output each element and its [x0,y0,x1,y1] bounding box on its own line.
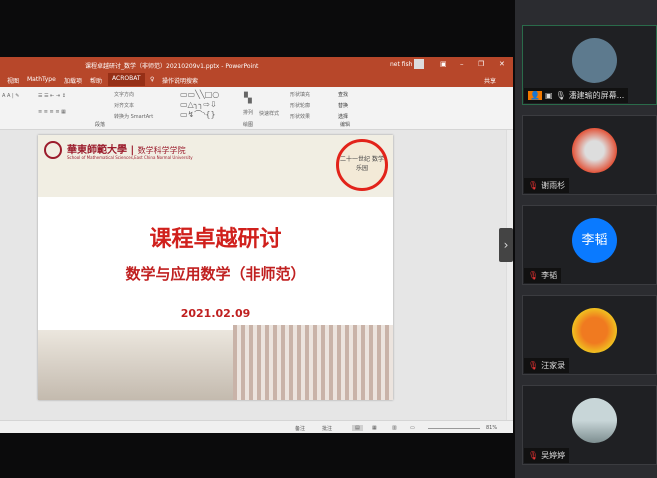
user-name: net fish [390,61,413,68]
replace-button[interactable]: 替换 [338,102,348,109]
mic-muted-icon: 🎙 [528,181,539,190]
slide[interactable]: 華東師範大學 | 数学科学学院 School of Mathematical S… [38,135,393,400]
ribbon-display-icon[interactable]: ▣ [440,60,447,68]
group-label-paragraph: 段落 [95,122,106,128]
mic-muted-icon: 🎙 [528,271,539,280]
shapes-gallery[interactable]: ▭▭╲╲□○ ▭△╮╮⇨⇩ ▭↯⌒◝{} [180,90,236,120]
avatar [572,308,617,353]
arrange-icon: ▚ [244,93,252,104]
comments-button[interactable]: 批注 [322,425,332,432]
slide-header: 華東師範大學 | 数学科学学院 School of Mathematical S… [38,135,393,197]
avatar [572,398,617,443]
mic-muted-icon: 🎙 [528,451,539,460]
seal-emblem: 二十一世纪 数学乐园 [336,139,388,191]
participant-name: 吴婷婷 [541,451,566,460]
slide-sorter-button[interactable]: ▦ [372,425,377,431]
notes-button[interactable]: 备注 [295,425,305,432]
slide-subtitle: 数学与应用数学（非师范） [125,265,306,283]
text-direction-button[interactable]: 文字方向 [114,91,134,98]
group-label-editing: 编辑 [340,122,351,128]
participant-name: 李韬 [541,271,558,280]
participant-name: 潘建瑜的屏幕... [568,91,625,100]
menu-bar: 视图 MathType 加载项 帮助 ACROBAT ♀ 操作说明搜索 共享 [0,72,513,87]
screen-share-icon: ▣ [544,91,553,100]
tab-acrobat[interactable]: ACROBAT [108,73,145,86]
convert-smartart-button[interactable]: 转换为 SmartArt [114,113,153,120]
shape-fill-button[interactable]: 形状填充 [290,91,310,98]
shape-effects-button[interactable]: 形状效果 [290,113,310,120]
arrange-button[interactable]: 排列 [243,109,253,116]
align-buttons[interactable]: ≡ ≡ ≡ ≡ ▦ [38,109,66,115]
tell-me-search[interactable]: 操作说明搜索 [162,76,198,85]
lightbulb-icon: ♀ [150,76,155,83]
participant-tile[interactable]: 🎙 谢雨杉 [522,115,657,195]
slide-editor: 華東師範大學 | 数学科学学院 School of Mathematical S… [0,130,513,420]
slide-date: 2021.02.09 [180,307,251,320]
normal-view-button[interactable]: ▤ [352,425,363,431]
university-name: 華東師範大學 | 数学科学学院 [67,145,186,156]
reading-view-button[interactable]: ▥ [392,425,397,431]
zoom-level[interactable]: 81% [486,425,497,431]
shape-outline-button[interactable]: 形状轮廓 [290,102,310,109]
tab-addins[interactable]: 加载项 [64,76,82,85]
participant-tile[interactable]: 👤 ▣ 🎙 潘建瑜的屏幕... [522,25,657,105]
find-button[interactable]: 查找 [338,91,348,98]
minimize-button[interactable]: – [460,60,464,68]
restore-button[interactable]: ❐ [478,60,484,68]
group-label-drawing: 绘图 [243,122,254,128]
avatar [572,38,617,83]
ribbon: A A | ✎ ☰ ☰ ⇤ ⇥ ↕ ≡ ≡ ≡ ≡ ▦ 文字方向 对齐文本 转换… [0,87,513,130]
participant-tile[interactable]: 🎙 吴婷婷 [522,385,657,465]
window-title: 课程卓越研讨_数学（非师范）20210209v1.pptx - PowerPoi… [85,63,259,70]
participant-name: 汪家录 [541,361,566,370]
participant-name: 谢雨杉 [541,181,566,190]
slide-title: 课程卓越研讨 [149,227,282,252]
title-bar: 课程卓越研讨_数学（非师范）20210209v1.pptx - PowerPoi… [0,57,513,72]
participant-tile[interactable]: 🎙 汪家录 [522,295,657,375]
host-icon: 👤 [528,91,542,100]
avatar [572,128,617,173]
align-text-button[interactable]: 对齐文本 [114,102,134,109]
font-size-buttons[interactable]: A A | ✎ [2,93,19,99]
tab-mathtype[interactable]: MathType [27,76,56,83]
avatar: 李韬 [572,218,617,263]
department-english: School of Mathematical Sciences,East Chi… [67,155,193,160]
zoom-slider[interactable] [428,428,480,429]
participant-panel: 👤 ▣ 🎙 潘建瑜的屏幕... 🎙 谢雨杉 李韬 🎙 李韬 🎙 汪家录 🎙 吴婷婷 [515,0,657,478]
select-button[interactable]: 选择 [338,113,348,120]
tab-view[interactable]: 视图 [7,76,19,85]
building-illustration [233,325,393,400]
tab-help[interactable]: 帮助 [90,76,102,85]
status-bar: 备注 批注 ▤ ▦ ▥ ▭ 81% [0,420,513,433]
expand-panel-button[interactable]: › [499,228,513,262]
slideshow-button[interactable]: ▭ [410,425,415,431]
close-button[interactable]: ✕ [499,60,505,68]
powerpoint-window: 课程卓越研讨_数学（非师范）20210209v1.pptx - PowerPoi… [0,57,513,433]
mic-muted-icon: 🎙 [528,361,539,370]
user-avatar[interactable] [414,59,424,69]
participant-tile[interactable]: 李韬 🎙 李韬 [522,205,657,285]
university-logo [44,141,62,159]
vertical-scrollbar[interactable] [506,130,513,420]
microphone-icon: 🎙 [555,91,566,100]
list-buttons[interactable]: ☰ ☰ ⇤ ⇥ ↕ [38,93,66,99]
quick-styles-button[interactable]: 快速样式 [259,110,279,117]
share-button[interactable]: 共享 [484,76,496,85]
